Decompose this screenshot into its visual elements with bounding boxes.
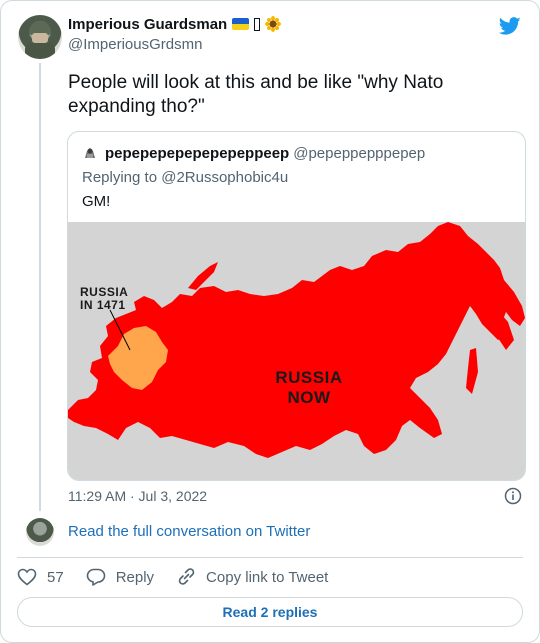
copy-link-button[interactable]: Copy link to Tweet: [176, 568, 328, 586]
ukraine-flag-icon: [232, 18, 250, 30]
russia-1471-label: RUSSIA IN 1471: [80, 286, 128, 312]
author-avatar-small[interactable]: [26, 518, 54, 546]
russia-now-label-line2: NOW: [287, 388, 331, 407]
quoted-tweet[interactable]: pepepepepepepepeppeep @pepeppepppepep Rep…: [67, 131, 526, 481]
quoted-tweet-text: GM!: [82, 193, 111, 210]
russia-now-label: RUSSIA NOW: [264, 368, 354, 408]
novaya-zemlya-shape: [188, 262, 218, 290]
author-name-row[interactable]: Imperious Guardsman: [68, 16, 282, 34]
heart-icon: [17, 568, 37, 586]
replying-to: Replying to @2Russophobic4u: [82, 169, 288, 186]
reply-icon: [86, 568, 105, 586]
quoted-author-avatar[interactable]: [82, 145, 98, 161]
sunflower-icon: [265, 16, 282, 32]
russia-map: [68, 222, 525, 458]
link-icon: [178, 568, 195, 585]
action-bar: 57 Reply Copy link to Tweet: [17, 567, 350, 587]
sakhalin-shape: [466, 348, 478, 394]
quoted-tweet-image[interactable]: RUSSIA IN 1471 RUSSIA NOW: [68, 222, 525, 480]
thread-line: [39, 63, 41, 511]
info-icon[interactable]: [504, 487, 522, 505]
replying-to-handle[interactable]: @2Russophobic4u: [161, 169, 288, 186]
quoted-author-handle[interactable]: @pepeppepppepep: [293, 145, 425, 162]
read-replies-button[interactable]: Read 2 replies: [17, 597, 523, 627]
quoted-author-name-row[interactable]: pepepepepepepepeppeep @pepeppepppepep: [105, 145, 425, 162]
russia-now-label-line1: RUSSIA: [275, 368, 343, 387]
tweet-text: People will look at this and be like "wh…: [68, 72, 444, 117]
author-handle[interactable]: @ImperiousGrdsmn: [68, 36, 202, 53]
twitter-logo-icon[interactable]: [498, 15, 522, 37]
author-avatar[interactable]: [18, 15, 62, 59]
reply-button[interactable]: Reply: [86, 568, 154, 586]
divider: [17, 557, 523, 558]
tweet-embed-card: Imperious Guardsman @ImperiousGrdsmn Peo…: [0, 0, 540, 643]
copy-link-label: Copy link to Tweet: [206, 568, 329, 586]
russia-1471-label-line2: IN 1471: [80, 298, 126, 312]
like-count: 57: [47, 568, 64, 586]
unknown-glyph-icon: [254, 18, 261, 31]
read-conversation-link[interactable]: Read the full conversation on Twitter: [68, 523, 310, 540]
tweet-timestamp[interactable]: 11:29 AM · Jul 3, 2022: [68, 488, 207, 504]
replying-to-prefix: Replying to: [82, 169, 158, 186]
reply-label: Reply: [115, 568, 155, 586]
like-button[interactable]: 57: [17, 568, 64, 586]
quoted-author-display-name[interactable]: pepepepepepepepeppeep: [105, 145, 289, 162]
author-display-name[interactable]: Imperious Guardsman: [68, 16, 227, 33]
